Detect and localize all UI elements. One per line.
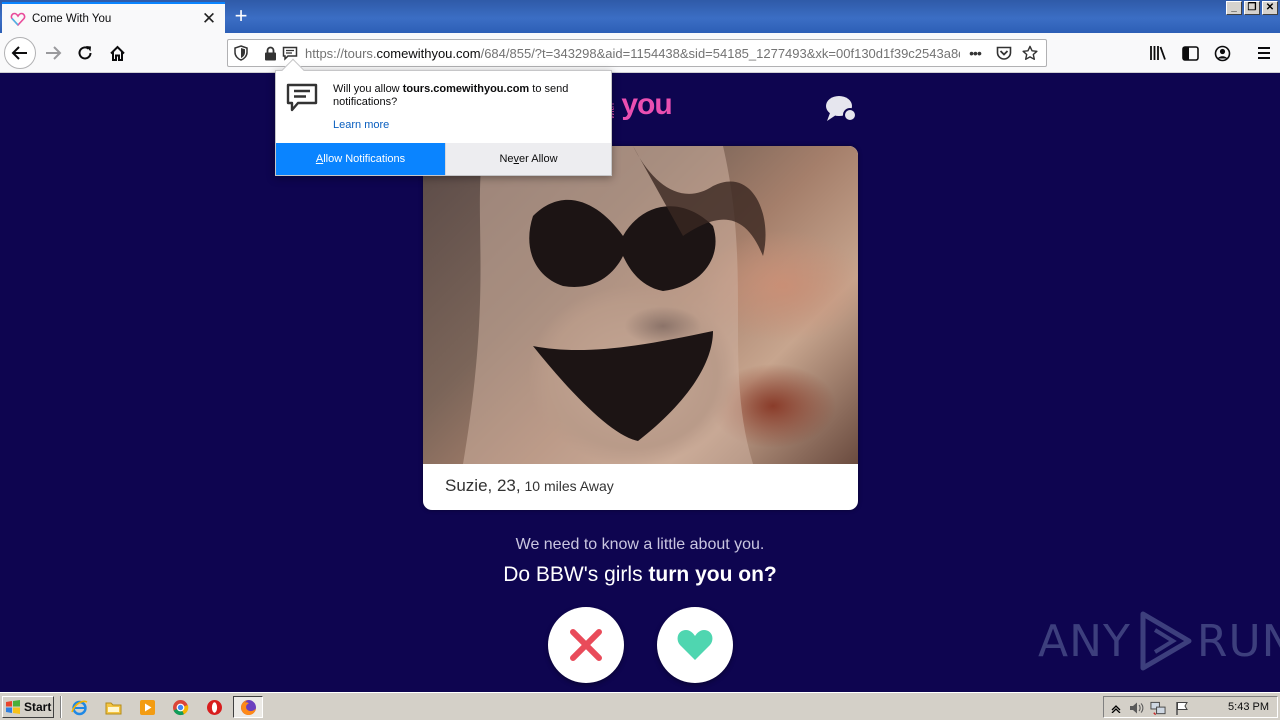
file-explorer-icon[interactable] — [104, 698, 122, 716]
notification-permission-icon[interactable] — [282, 45, 298, 61]
new-tab-button[interactable]: + — [230, 5, 252, 28]
navigation-toolbar: https://tours.comewithyou.com/684/855/?t… — [0, 33, 1280, 73]
profile-name-age: Suzie, 23, — [445, 476, 521, 495]
profile-distance: 10 miles Away — [520, 478, 614, 494]
x-icon — [570, 629, 602, 661]
reload-button[interactable] — [69, 37, 101, 69]
allow-label: llow Notifications — [323, 153, 406, 165]
opera-icon[interactable] — [205, 698, 223, 716]
heart-favicon-icon — [10, 12, 26, 26]
tab-strip: Come With You ✕ + _ ❐ ✕ — [0, 0, 1280, 33]
anyrun-watermark: ANY RUN — [1038, 610, 1280, 672]
profile-info: Suzie, 23, 10 miles Away — [445, 476, 614, 496]
logo-part-you: you — [621, 88, 672, 121]
play-logo-icon — [1140, 611, 1192, 671]
heart-icon — [677, 630, 713, 660]
firefox-icon — [240, 699, 256, 715]
url-host: comewithyou.com — [376, 46, 481, 61]
notification-chat-icon — [286, 83, 318, 112]
message-prefix: Will you allow — [333, 83, 403, 95]
pocket-icon[interactable] — [996, 45, 1012, 61]
url-path: /684/855/?t=343298&aid=1154438&sid=54185… — [480, 46, 960, 61]
like-button[interactable] — [657, 607, 733, 683]
question-plain: Do BBW's girls — [503, 563, 649, 586]
minimize-window-button[interactable]: _ — [1226, 1, 1242, 15]
chrome-icon[interactable] — [171, 698, 189, 716]
learn-more-link[interactable]: Learn more — [333, 119, 389, 131]
lock-icon[interactable] — [262, 45, 278, 61]
home-button[interactable] — [101, 37, 133, 69]
start-button[interactable]: Start — [2, 696, 54, 718]
action-center-flag-icon[interactable] — [1174, 700, 1190, 716]
hamburger-menu-icon[interactable] — [1248, 37, 1280, 69]
question-title: Do BBW's girls turn you on? — [0, 563, 1280, 587]
watermark-text-any: ANY — [1038, 615, 1131, 667]
start-label: Start — [24, 700, 52, 714]
tab-come-with-you[interactable]: Come With You ✕ — [2, 2, 225, 33]
toolbar-right — [1142, 37, 1280, 69]
restore-window-button[interactable]: ❐ — [1244, 1, 1260, 15]
popup-buttons: Allow Notifications Ne v er Allow — [276, 143, 611, 175]
notification-message: Will you allow tours.comewithyou.com to … — [333, 83, 603, 109]
profile-photo-figure — [463, 146, 766, 464]
never-label-pre: Ne — [499, 153, 514, 165]
arrow-right-icon — [46, 46, 62, 60]
url-prefix: https://tours. — [305, 46, 377, 61]
profile-card[interactable]: Suzie, 23, 10 miles Away — [423, 146, 858, 510]
forward-button[interactable] — [37, 37, 69, 69]
taskbar: Start 5:43 PM — [0, 692, 1280, 720]
taskbar-divider — [60, 696, 62, 718]
question-subtitle: We need to know a little about you. — [515, 536, 765, 553]
chat-bubbles-icon[interactable] — [824, 94, 860, 124]
windows-logo-icon — [6, 700, 20, 714]
close-window-button[interactable]: ✕ — [1262, 1, 1278, 15]
home-icon — [109, 45, 125, 61]
arrow-left-icon — [11, 46, 27, 60]
bookmark-star-icon[interactable] — [1022, 45, 1038, 61]
system-tray: 5:43 PM — [1103, 696, 1278, 718]
close-tab-icon[interactable]: ✕ — [201, 10, 217, 27]
volume-icon[interactable] — [1128, 700, 1144, 716]
url-text[interactable]: https://tours.comewithyou.com/684/855/?t… — [305, 46, 960, 61]
account-icon[interactable] — [1206, 37, 1238, 69]
notification-permission-popup: Will you allow tours.comewithyou.com to … — [275, 58, 612, 176]
tab-title: Come With You — [32, 12, 112, 25]
question-bold: turn you on? — [648, 563, 777, 586]
never-allow-button[interactable]: Ne v er Allow — [445, 143, 611, 175]
taskbar-firefox-active[interactable] — [233, 696, 263, 718]
allow-notifications-button[interactable]: Allow Notifications — [276, 143, 445, 175]
back-button[interactable] — [4, 37, 36, 69]
url-bar[interactable]: https://tours.comewithyou.com/684/855/?t… — [227, 39, 1047, 67]
window-controls: _ ❐ ✕ — [1226, 1, 1278, 15]
media-player-icon[interactable] — [138, 698, 156, 716]
internet-explorer-icon[interactable] — [70, 698, 88, 716]
page-actions-menu-icon[interactable]: ••• — [967, 45, 983, 61]
watermark-text-run: RUN — [1196, 615, 1280, 667]
show-hidden-icons-icon[interactable] — [1108, 700, 1124, 716]
tracking-shield-icon[interactable] — [233, 45, 249, 61]
web-page: mewithyou Suzie, 23, 10 miles Away We ne… — [0, 74, 1280, 692]
library-icon[interactable] — [1142, 37, 1174, 69]
reject-button[interactable] — [548, 607, 624, 683]
reload-icon — [78, 46, 92, 60]
taskbar-clock[interactable]: 5:43 PM — [1228, 701, 1269, 713]
message-host: tours.comewithyou.com — [402, 83, 530, 95]
sidebar-toggle-icon[interactable] — [1174, 37, 1206, 69]
allow-accesskey: A — [315, 153, 324, 165]
never-label-post: er Allow — [519, 153, 558, 165]
network-icon[interactable] — [1150, 700, 1166, 716]
